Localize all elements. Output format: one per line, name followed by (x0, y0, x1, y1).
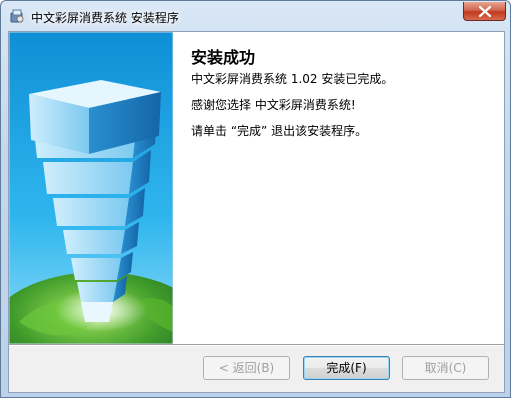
finish-button[interactable]: 完成(F) (303, 356, 390, 380)
thanks-line: 感谢您选择 中文彩屏消费系统! (191, 98, 356, 112)
dialog-client-area: 安装成功 中文彩屏消费系统 1.02 安装已完成。 感谢您选择 中文彩屏消费系统… (8, 31, 505, 393)
installer-icon (9, 8, 25, 24)
completion-line: 中文彩屏消费系统 1.02 安装已完成。 (191, 72, 394, 86)
installer-window: 中文彩屏消费系统 安装程序 安装成功 中文彩屏消费系统 1.02 安装已完成。 … (0, 0, 511, 398)
title-bar[interactable]: 中文彩屏消费系统 安装程序 (1, 1, 512, 31)
close-button[interactable] (463, 2, 506, 21)
page-title: 安装成功 (191, 48, 256, 67)
welcome-panel: 安装成功 中文彩屏消费系统 1.02 安装已完成。 感谢您选择 中文彩屏消费系统… (9, 32, 504, 344)
globe-building-illustration (9, 32, 173, 344)
cancel-button[interactable]: 取消(C) (402, 356, 489, 380)
instruction-line: 请单击 “完成” 退出该安装程序。 (191, 124, 368, 138)
completion-message: 安装成功 中文彩屏消费系统 1.02 安装已完成。 感谢您选择 中文彩屏消费系统… (191, 44, 491, 138)
button-separator (9, 344, 504, 346)
window-title: 中文彩屏消费系统 安装程序 (31, 11, 179, 25)
close-icon (479, 6, 491, 17)
back-button[interactable]: < 返回(B) (203, 356, 290, 380)
